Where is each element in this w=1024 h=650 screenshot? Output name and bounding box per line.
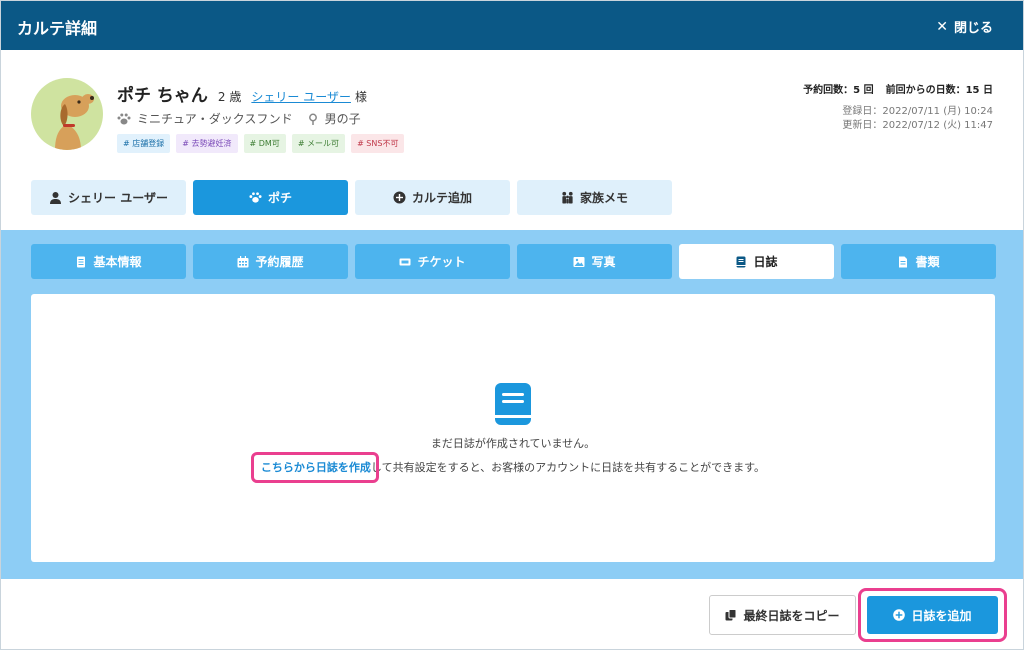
gender-icon: [308, 113, 317, 125]
tab-photos[interactable]: 写真: [517, 244, 672, 279]
tab-label: チケット: [417, 255, 466, 269]
empty-state-hint: こちらから日誌を作成 して共有設定をすると、お客様のアカウントに日誌を共有すること…: [31, 452, 995, 483]
journal-book-icon: [495, 383, 531, 425]
tag: # DM可: [243, 134, 286, 153]
plus-circle-icon: [893, 609, 906, 621]
pet-breed: ミニチュア・ダックスフンド: [137, 112, 293, 126]
honorific: 様: [354, 90, 367, 104]
create-journal-link[interactable]: こちらから日誌を作成: [250, 452, 379, 483]
tab-reservation-history[interactable]: 予約履歴: [193, 244, 348, 279]
image-icon: [573, 256, 585, 267]
tab-ticket[interactable]: チケット: [355, 244, 510, 279]
tag: # 店舗登録: [117, 134, 171, 153]
copy-last-journal-button[interactable]: 最終日誌をコピー: [709, 595, 856, 635]
pet-age: 2 歳: [217, 90, 242, 104]
tag: # SNS不可: [351, 134, 405, 153]
tag: # 去勢避妊済: [176, 134, 238, 153]
tab-add-karte[interactable]: カルテ追加: [355, 180, 510, 215]
user-icon: [50, 192, 62, 204]
days-since-last: 前回からの日数：15 日: [885, 85, 993, 96]
tab-journal[interactable]: 日誌: [679, 244, 834, 279]
tab-label: 写真: [591, 255, 616, 269]
tab-owner[interactable]: シェリー ユーザー: [31, 180, 186, 215]
pet-avatar: [31, 78, 103, 150]
window-header: カルテ詳細 ✕ 閉じる: [1, 1, 1023, 50]
copy-icon: [725, 609, 737, 621]
section-tabs: 基本情報 予約履歴 チケット 写真 日誌 書類: [31, 244, 996, 279]
tab-label: 予約履歴: [255, 255, 304, 269]
pet-sex: 男の子: [324, 112, 361, 126]
plus-circle-icon: [393, 191, 406, 204]
copy-label: 最終日誌をコピー: [743, 608, 840, 623]
calendar-icon: [237, 255, 249, 267]
karte-detail-window: カルテ詳細 ✕ 閉じる ポチ ちゃん 2 歳 シェリー ユーザー 様 ミニチュア…: [0, 0, 1024, 650]
ticket-icon: [399, 258, 411, 265]
add-journal-button[interactable]: 日誌を追加: [867, 596, 998, 634]
file-icon: [899, 256, 908, 267]
tab-label: 基本情報: [93, 255, 142, 269]
visit-stats: 予約回数：5 回前回からの日数：15 日 登録日：2022/07/11 (月) …: [803, 81, 993, 133]
paw-icon: [117, 113, 131, 124]
tab-label: 日誌: [753, 255, 778, 269]
updated-date: 更新日：2022/07/12 (火) 11:47: [842, 120, 993, 131]
tab-family-memo[interactable]: 家族メモ: [517, 180, 672, 215]
close-label: 閉じる: [953, 21, 993, 36]
journal-panel: まだ日誌が作成されていません。 こちらから日誌を作成 して共有設定をすると、お客様…: [31, 294, 995, 562]
window-title: カルテ詳細: [17, 19, 98, 38]
registered-date: 登録日：2022/07/11 (月) 10:24: [842, 106, 993, 117]
pet-name: ポチ ちゃん: [117, 86, 208, 106]
tab-pet[interactable]: ポチ: [193, 180, 348, 215]
family-icon: [562, 191, 573, 204]
reservation-count: 予約回数：5 回: [803, 85, 874, 96]
pet-breed-row: ミニチュア・ダックスフンド 男の子: [117, 110, 361, 127]
tab-documents[interactable]: 書類: [841, 244, 996, 279]
tab-label: 書類: [915, 255, 940, 269]
add-label: 日誌を追加: [911, 608, 972, 623]
tab-basic-info[interactable]: 基本情報: [31, 244, 186, 279]
owner-link[interactable]: シェリー ユーザー: [251, 88, 351, 105]
tab-label: カルテ追加: [411, 191, 472, 205]
tab-label: ポチ: [267, 191, 292, 205]
empty-state-message: まだ日誌が作成されていません。: [430, 437, 596, 450]
karte-content-area: 基本情報 予約履歴 チケット 写真 日誌 書類 まだ日誌が作成されていません。 …: [1, 230, 1023, 579]
tab-label: シェリー ユーザー: [68, 191, 168, 205]
paw-icon: [249, 192, 262, 203]
close-button[interactable]: ✕ 閉じる: [936, 17, 993, 37]
pet-name-row: ポチ ちゃん 2 歳 シェリー ユーザー 様: [117, 81, 367, 106]
book-icon: [736, 256, 746, 267]
tab-label: 家族メモ: [579, 191, 628, 205]
person-tabs: シェリー ユーザー ポチ カルテ追加 家族メモ: [31, 180, 672, 215]
pet-tags: # 店舗登録 # 去勢避妊済 # DM可 # メール可 # SNS不可: [117, 134, 405, 153]
link-highlight-frame: [250, 452, 379, 483]
tag: # メール可: [291, 134, 346, 153]
document-icon: [77, 256, 86, 267]
close-icon: ✕: [936, 18, 948, 35]
empty-state-rest: して共有設定をすると、お客様のアカウントに日誌を共有することができます。: [370, 461, 766, 474]
